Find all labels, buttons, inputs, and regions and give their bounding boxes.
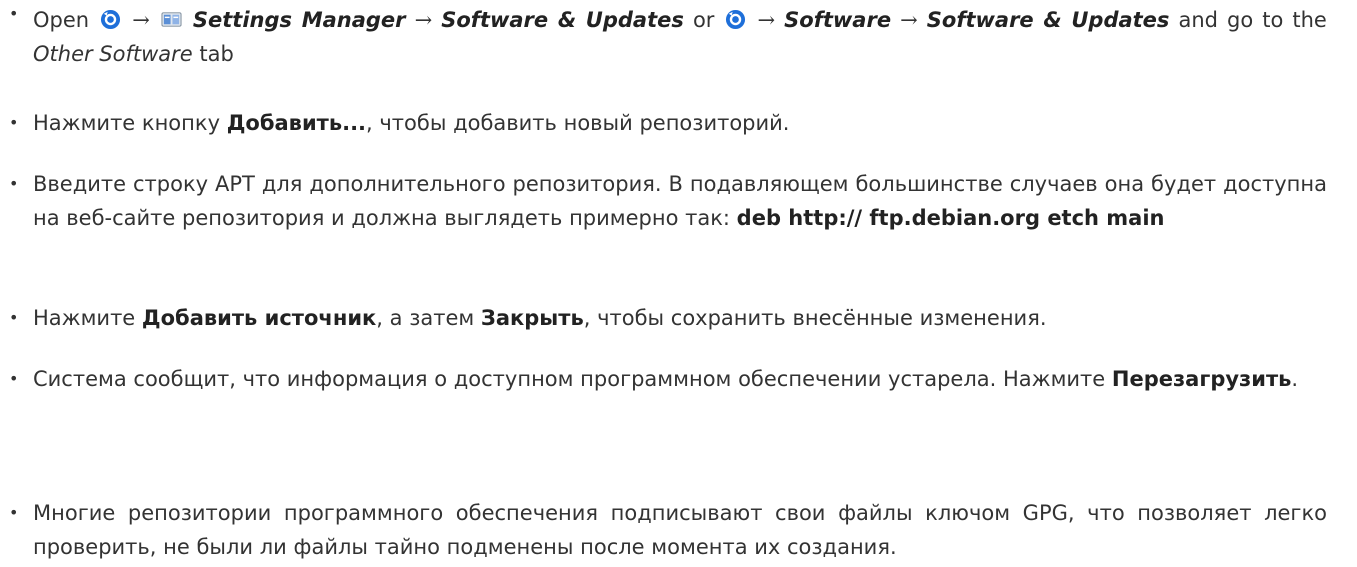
step-text-and-go: and go to the [1178, 8, 1327, 32]
step-text-or: or [692, 8, 715, 32]
step-text-tab: tab [199, 42, 234, 66]
add-source-button-name: Добавить источник [141, 306, 377, 330]
bullet: • [9, 4, 19, 23]
other-software-tab-name: Other Software [33, 42, 193, 66]
arrow: → [757, 8, 776, 32]
text-run: Нажмите кнопку [33, 111, 227, 135]
reload-button-name: Перезагрузить [1111, 367, 1292, 391]
text-run: Нажмите [33, 306, 142, 330]
step-text: Многие репозитории программного обеспече… [33, 496, 1327, 564]
arrow: → [132, 8, 150, 32]
add-button-name: Добавить... [226, 111, 367, 135]
text-run: Система сообщит, что информация о доступ… [33, 367, 1112, 391]
software-link: Software [784, 8, 892, 32]
step-text: Нажмите Добавить источник, а затем Закры… [33, 301, 1327, 335]
arrow: → [414, 8, 433, 32]
bullet: • [9, 174, 19, 193]
apt-line-example: deb http:// ftp.debian.org etch main [736, 206, 1165, 230]
text-run: , чтобы добавить новый репозиторий. [366, 111, 790, 135]
step-text: Введите строку APT для дополнительного р… [33, 167, 1327, 235]
instructions-page: • Open → Settings Manager → Software & U… [0, 0, 1357, 567]
text-run: , чтобы сохранить внесённые изменения. [583, 306, 1047, 330]
software-updates-link: Software & Updates [926, 8, 1170, 32]
xfce-menu-icon [100, 9, 121, 30]
bullet: • [9, 503, 19, 522]
step-text: Open → Settings Manager → Software & Upd… [33, 3, 1327, 71]
arrow: → [900, 8, 918, 32]
step-text: Система сообщит, что информация о доступ… [33, 362, 1327, 396]
xfce-menu-icon [725, 9, 746, 30]
bullet: • [9, 369, 19, 388]
text-run: . [1291, 367, 1299, 391]
settings-manager-link: Settings Manager [192, 8, 406, 32]
step-text-open: Open [33, 8, 90, 32]
text-run: , а затем [376, 306, 481, 330]
bullet: • [9, 113, 19, 132]
settings-manager-icon [161, 9, 182, 30]
step-text: Нажмите кнопку Добавить..., чтобы добави… [33, 106, 1327, 140]
close-button-name: Закрыть [480, 306, 584, 330]
bullet: • [9, 308, 19, 327]
software-updates-link: Software & Updates [441, 8, 684, 32]
text-run: Многие репозитории программного обеспече… [33, 501, 1327, 559]
